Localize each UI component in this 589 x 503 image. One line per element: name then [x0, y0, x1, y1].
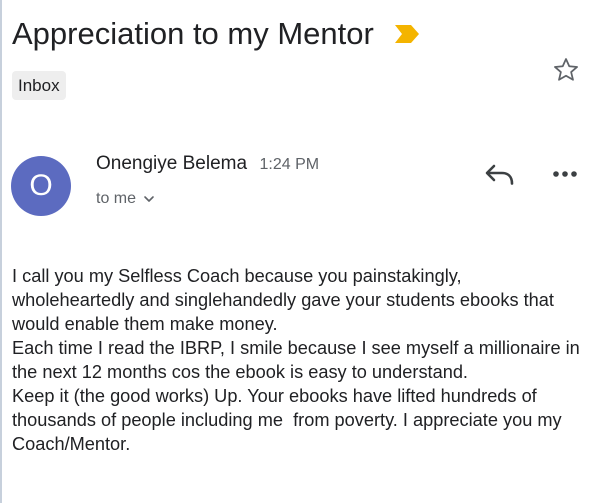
sender-name[interactable]: Onengiye Belema: [96, 153, 247, 174]
reply-icon[interactable]: [484, 160, 516, 190]
importance-marker-icon[interactable]: [394, 24, 420, 44]
more-options-icon[interactable]: [552, 165, 578, 183]
sender-avatar[interactable]: O: [11, 156, 71, 216]
body-paragraph: I call you my Selfless Coach because you…: [12, 266, 560, 334]
star-icon[interactable]: [552, 56, 580, 84]
left-edge-divider: [0, 0, 2, 503]
recipient-summary: to me: [96, 190, 137, 207]
body-paragraph: Each time I read the IBRP, I smile becau…: [12, 338, 585, 382]
chevron-down-icon: [144, 196, 154, 202]
email-body: I call you my Selfless Coach because you…: [12, 264, 582, 456]
body-paragraph: Keep it (the good works) Up. Your ebooks…: [12, 386, 567, 454]
subject-row: Appreciation to my Mentor: [12, 14, 420, 54]
sent-time: 1:24 PM: [259, 156, 320, 173]
email-subject: Appreciation to my Mentor: [12, 16, 374, 51]
sender-line: Onengiye Belema 1:24 PM: [96, 153, 319, 175]
label-chip-inbox[interactable]: Inbox: [12, 71, 66, 100]
recipient-details-toggle[interactable]: to me: [96, 190, 156, 208]
